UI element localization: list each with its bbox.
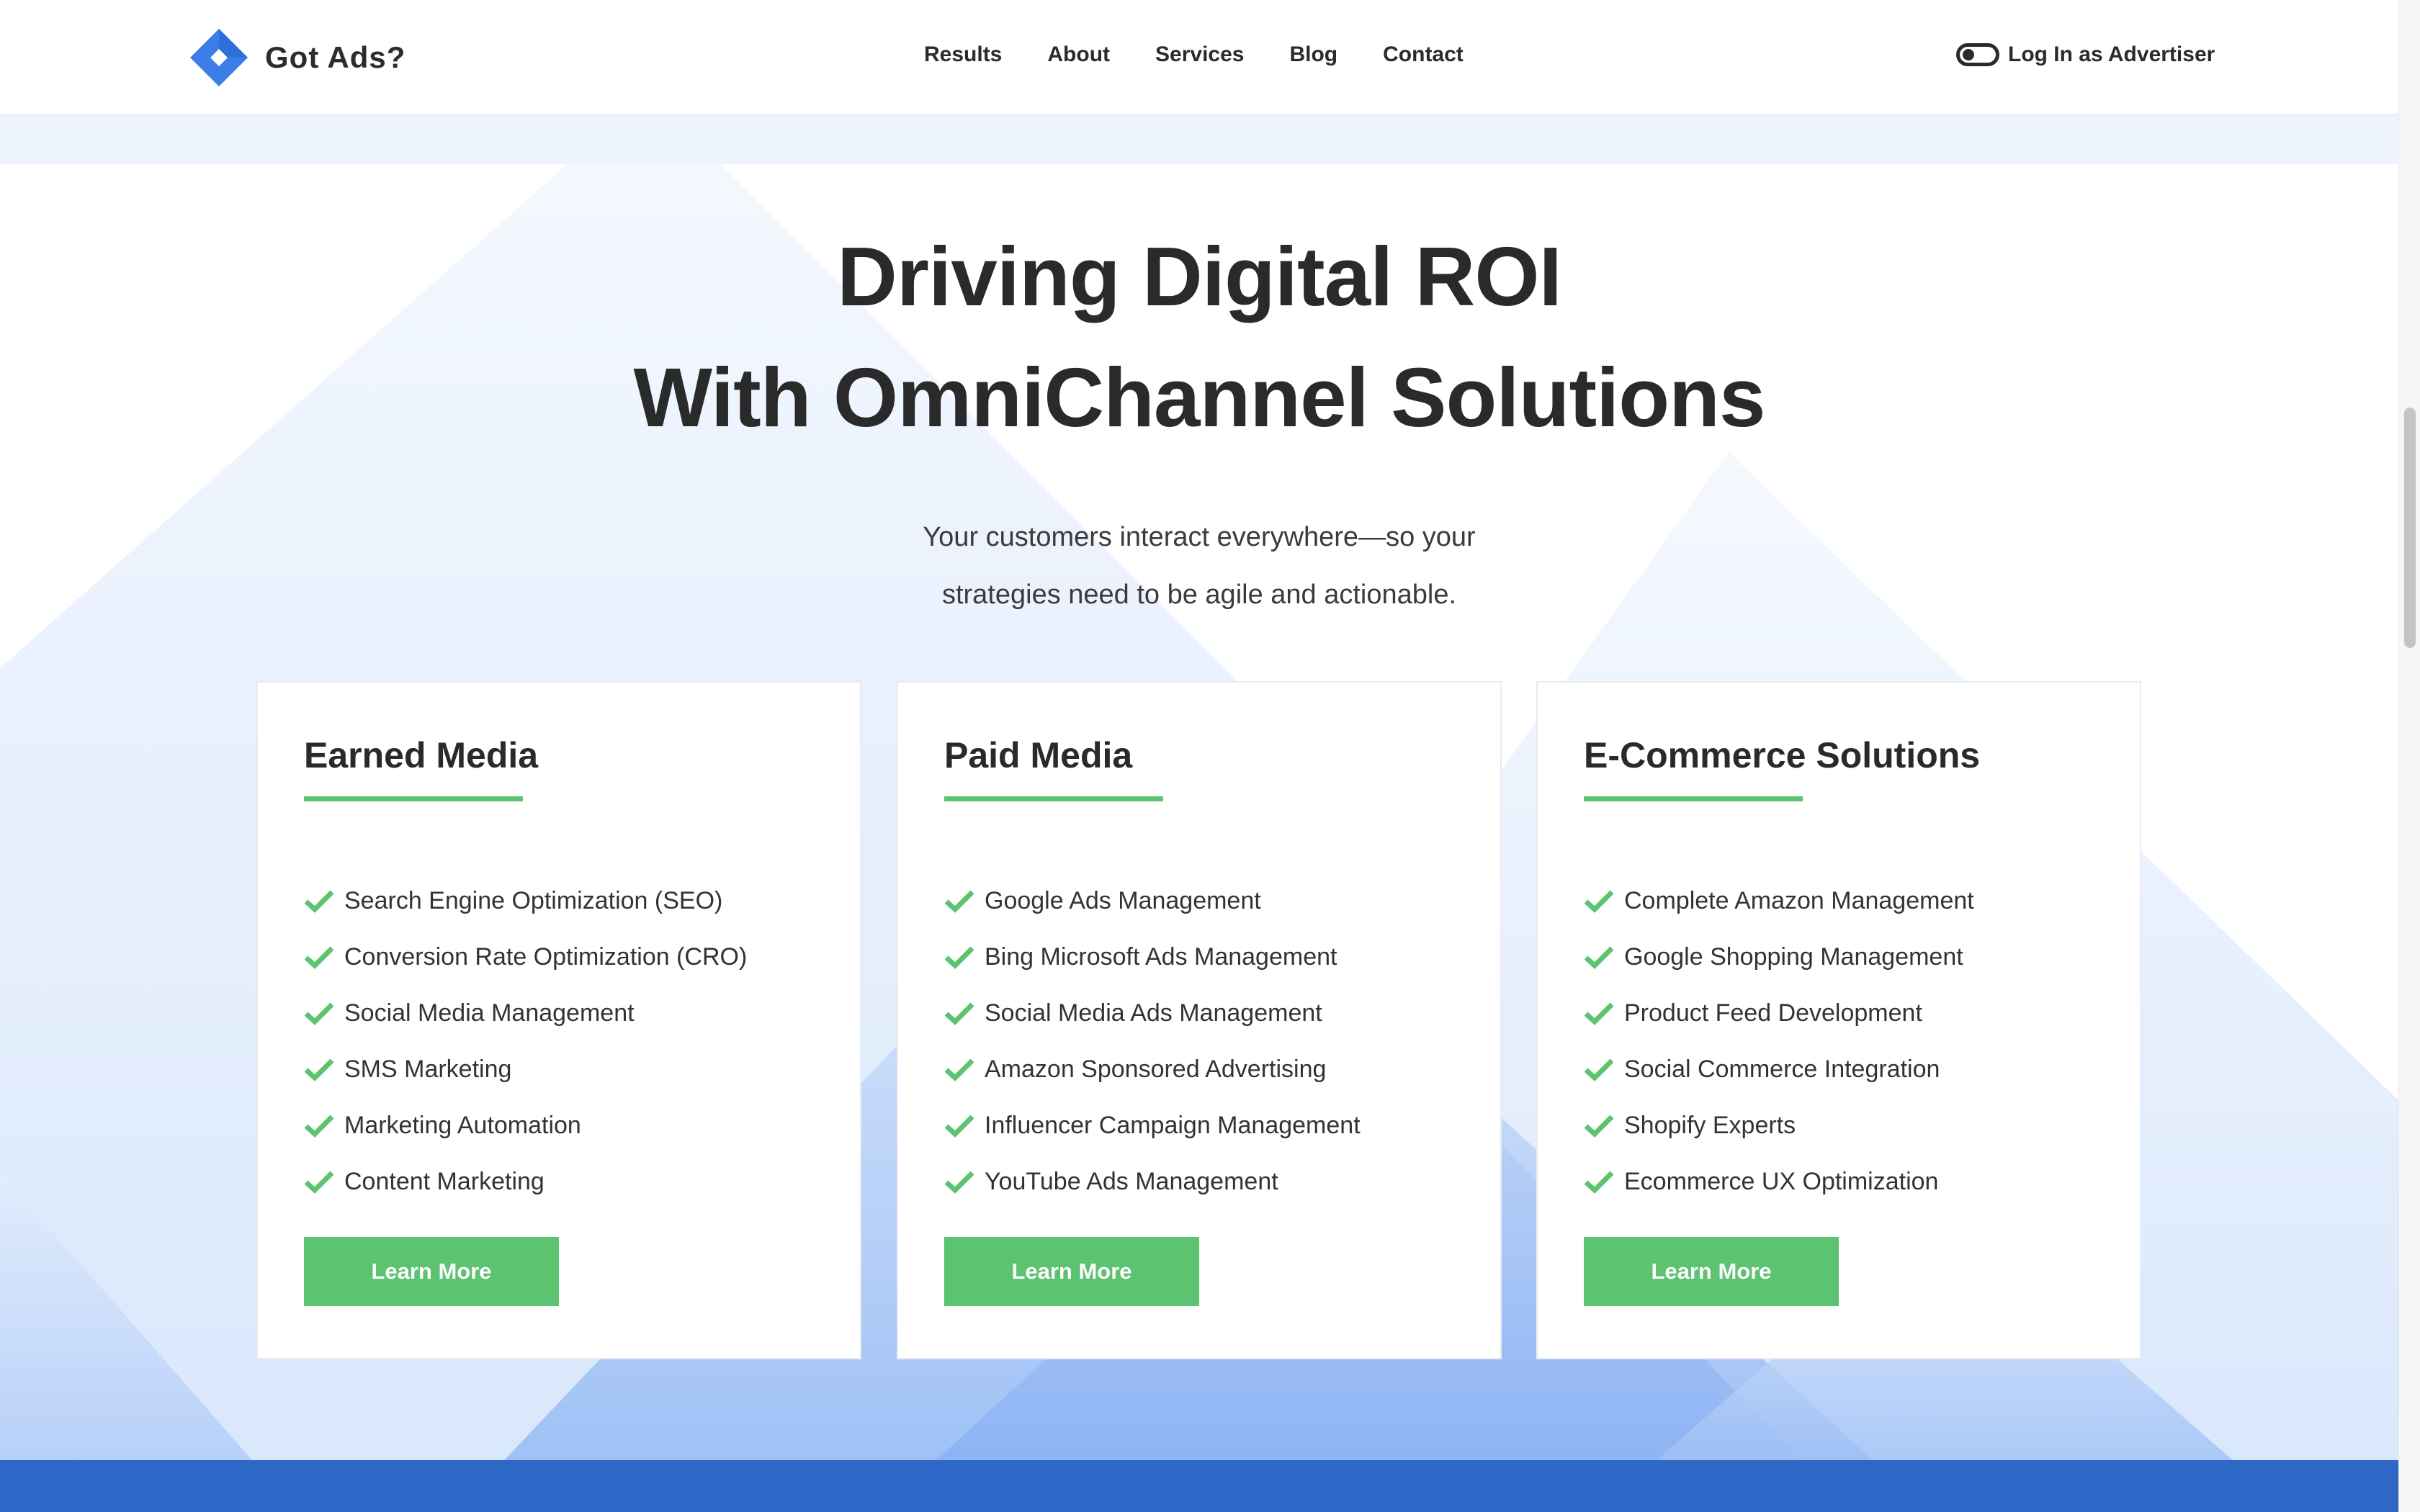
check-icon xyxy=(304,1115,334,1138)
card-title: Paid Media xyxy=(944,735,1133,775)
list-item: SMS Marketing xyxy=(304,1041,747,1097)
hero-subtitle-line-2: strategies need to be agile and actionab… xyxy=(941,580,1457,610)
hero-title-line-2: With OmniChannel Solutions xyxy=(633,351,1765,444)
list-item: Complete Amazon Management xyxy=(1584,873,1974,929)
list-item: Amazon Sponsored Advertising xyxy=(944,1041,1361,1097)
list-item-label: Social Media Ads Management xyxy=(985,999,1322,1027)
list-item: Social Commerce Integration xyxy=(1584,1041,1974,1097)
page-scrollbar[interactable] xyxy=(2398,0,2420,1512)
nav-about[interactable]: About xyxy=(1047,36,1110,73)
list-item-label: Social Commerce Integration xyxy=(1624,1055,1940,1083)
list-item-label: Complete Amazon Management xyxy=(1624,886,1974,914)
list-item: Bing Microsoft Ads Management xyxy=(944,929,1361,985)
list-item-label: Bing Microsoft Ads Management xyxy=(985,942,1337,971)
check-icon xyxy=(1584,946,1614,969)
list-item: Shopify Experts xyxy=(1584,1097,1974,1153)
check-icon xyxy=(304,946,334,969)
list-item: Social Media Management xyxy=(304,985,747,1041)
check-icon xyxy=(1584,1002,1614,1025)
list-item-label: Ecommerce UX Optimization xyxy=(1624,1167,1939,1195)
list-item-label: Google Ads Management xyxy=(985,886,1261,914)
title-underline xyxy=(304,796,523,801)
list-item: Ecommerce UX Optimization xyxy=(1584,1153,1974,1210)
check-icon xyxy=(944,1002,974,1025)
list-item: Google Ads Management xyxy=(944,873,1361,929)
header-band xyxy=(0,114,2398,164)
check-icon xyxy=(944,946,974,969)
login-label: Log In as Advertiser xyxy=(2008,42,2215,66)
card-ecommerce-solutions: E-Commerce Solutions Complete Amazon Man… xyxy=(1536,681,2141,1359)
card-paid-media: Paid Media Google Ads Management Bing Mi… xyxy=(897,681,1502,1359)
list-item-label: Influencer Campaign Management xyxy=(985,1111,1361,1139)
nav-blog[interactable]: Blog xyxy=(1289,36,1337,73)
check-icon xyxy=(944,1115,974,1138)
check-icon xyxy=(944,1171,974,1194)
check-icon xyxy=(304,1171,334,1194)
list-item-label: SMS Marketing xyxy=(344,1055,512,1083)
list-item: Content Marketing xyxy=(304,1153,747,1210)
logo-text: Got Ads? xyxy=(265,40,406,74)
check-icon xyxy=(944,890,974,913)
service-list: Search Engine Optimization (SEO) Convers… xyxy=(304,873,747,1210)
title-underline xyxy=(944,796,1163,801)
list-item-label: Content Marketing xyxy=(344,1167,544,1195)
hero-section: Driving Digital ROI With OmniChannel Sol… xyxy=(0,216,2398,624)
card-earned-media: Earned Media Search Engine Optimization … xyxy=(256,681,861,1359)
footer-band xyxy=(0,1460,2398,1512)
list-item-label: Amazon Sponsored Advertising xyxy=(985,1055,1327,1083)
list-item-label: YouTube Ads Management xyxy=(985,1167,1278,1195)
list-item: Product Feed Development xyxy=(1584,985,1974,1041)
learn-more-button[interactable]: Learn More xyxy=(304,1237,559,1306)
hero-title-line-1: Driving Digital ROI xyxy=(837,230,1562,323)
card-title: Earned Media xyxy=(304,735,539,775)
list-item: Search Engine Optimization (SEO) xyxy=(304,873,747,929)
list-item: Social Media Ads Management xyxy=(944,985,1361,1041)
logo[interactable]: Got Ads? xyxy=(189,27,405,88)
list-item-label: Product Feed Development xyxy=(1624,999,1922,1027)
check-icon xyxy=(1584,1171,1614,1194)
check-icon xyxy=(304,1058,334,1081)
hero-subtitle: Your customers interact everywhere—so yo… xyxy=(889,508,1509,624)
title-underline xyxy=(1584,796,1803,801)
nav-results[interactable]: Results xyxy=(924,36,1002,73)
check-icon xyxy=(304,1002,334,1025)
learn-more-button[interactable]: Learn More xyxy=(1584,1237,1839,1306)
card-title: E-Commerce Solutions xyxy=(1584,735,1981,775)
service-list: Google Ads Management Bing Microsoft Ads… xyxy=(944,873,1361,1210)
diamond-logo-icon xyxy=(190,29,248,86)
learn-more-button[interactable]: Learn More xyxy=(944,1237,1199,1306)
toggle-icon xyxy=(1956,43,1999,66)
check-icon xyxy=(1584,1115,1614,1138)
nav-services[interactable]: Services xyxy=(1155,36,1244,73)
check-icon xyxy=(944,1058,974,1081)
hero-title: Driving Digital ROI With OmniChannel Sol… xyxy=(0,216,2398,458)
list-item: Influencer Campaign Management xyxy=(944,1097,1361,1153)
check-icon xyxy=(1584,890,1614,913)
check-icon xyxy=(1584,1058,1614,1081)
page: Got Ads? Results About Services Blog Con… xyxy=(0,0,2420,1512)
nav-contact[interactable]: Contact xyxy=(1383,36,1464,73)
list-item-label: Shopify Experts xyxy=(1624,1111,1796,1139)
scrollbar-thumb[interactable] xyxy=(2404,408,2416,648)
list-item: YouTube Ads Management xyxy=(944,1153,1361,1210)
list-item: Google Shopping Management xyxy=(1584,929,1974,985)
login-advertiser-link[interactable]: Log In as Advertiser xyxy=(1956,36,2215,73)
main-nav: Results About Services Blog Contact xyxy=(924,36,1464,73)
list-item-label: Google Shopping Management xyxy=(1624,942,1963,971)
list-item-label: Conversion Rate Optimization (CRO) xyxy=(344,942,748,971)
list-item-label: Search Engine Optimization (SEO) xyxy=(344,886,723,914)
service-cards: Earned Media Search Engine Optimization … xyxy=(256,681,2142,1359)
hero-subtitle-line-1: Your customers interact everywhere—so yo… xyxy=(923,522,1476,552)
list-item-label: Marketing Automation xyxy=(344,1111,581,1139)
list-item: Marketing Automation xyxy=(304,1097,747,1153)
list-item: Conversion Rate Optimization (CRO) xyxy=(304,929,747,985)
service-list: Complete Amazon Management Google Shoppi… xyxy=(1584,873,1974,1210)
check-icon xyxy=(304,890,334,913)
site-header: Got Ads? Results About Services Blog Con… xyxy=(0,0,2398,114)
list-item-label: Social Media Management xyxy=(344,999,635,1027)
